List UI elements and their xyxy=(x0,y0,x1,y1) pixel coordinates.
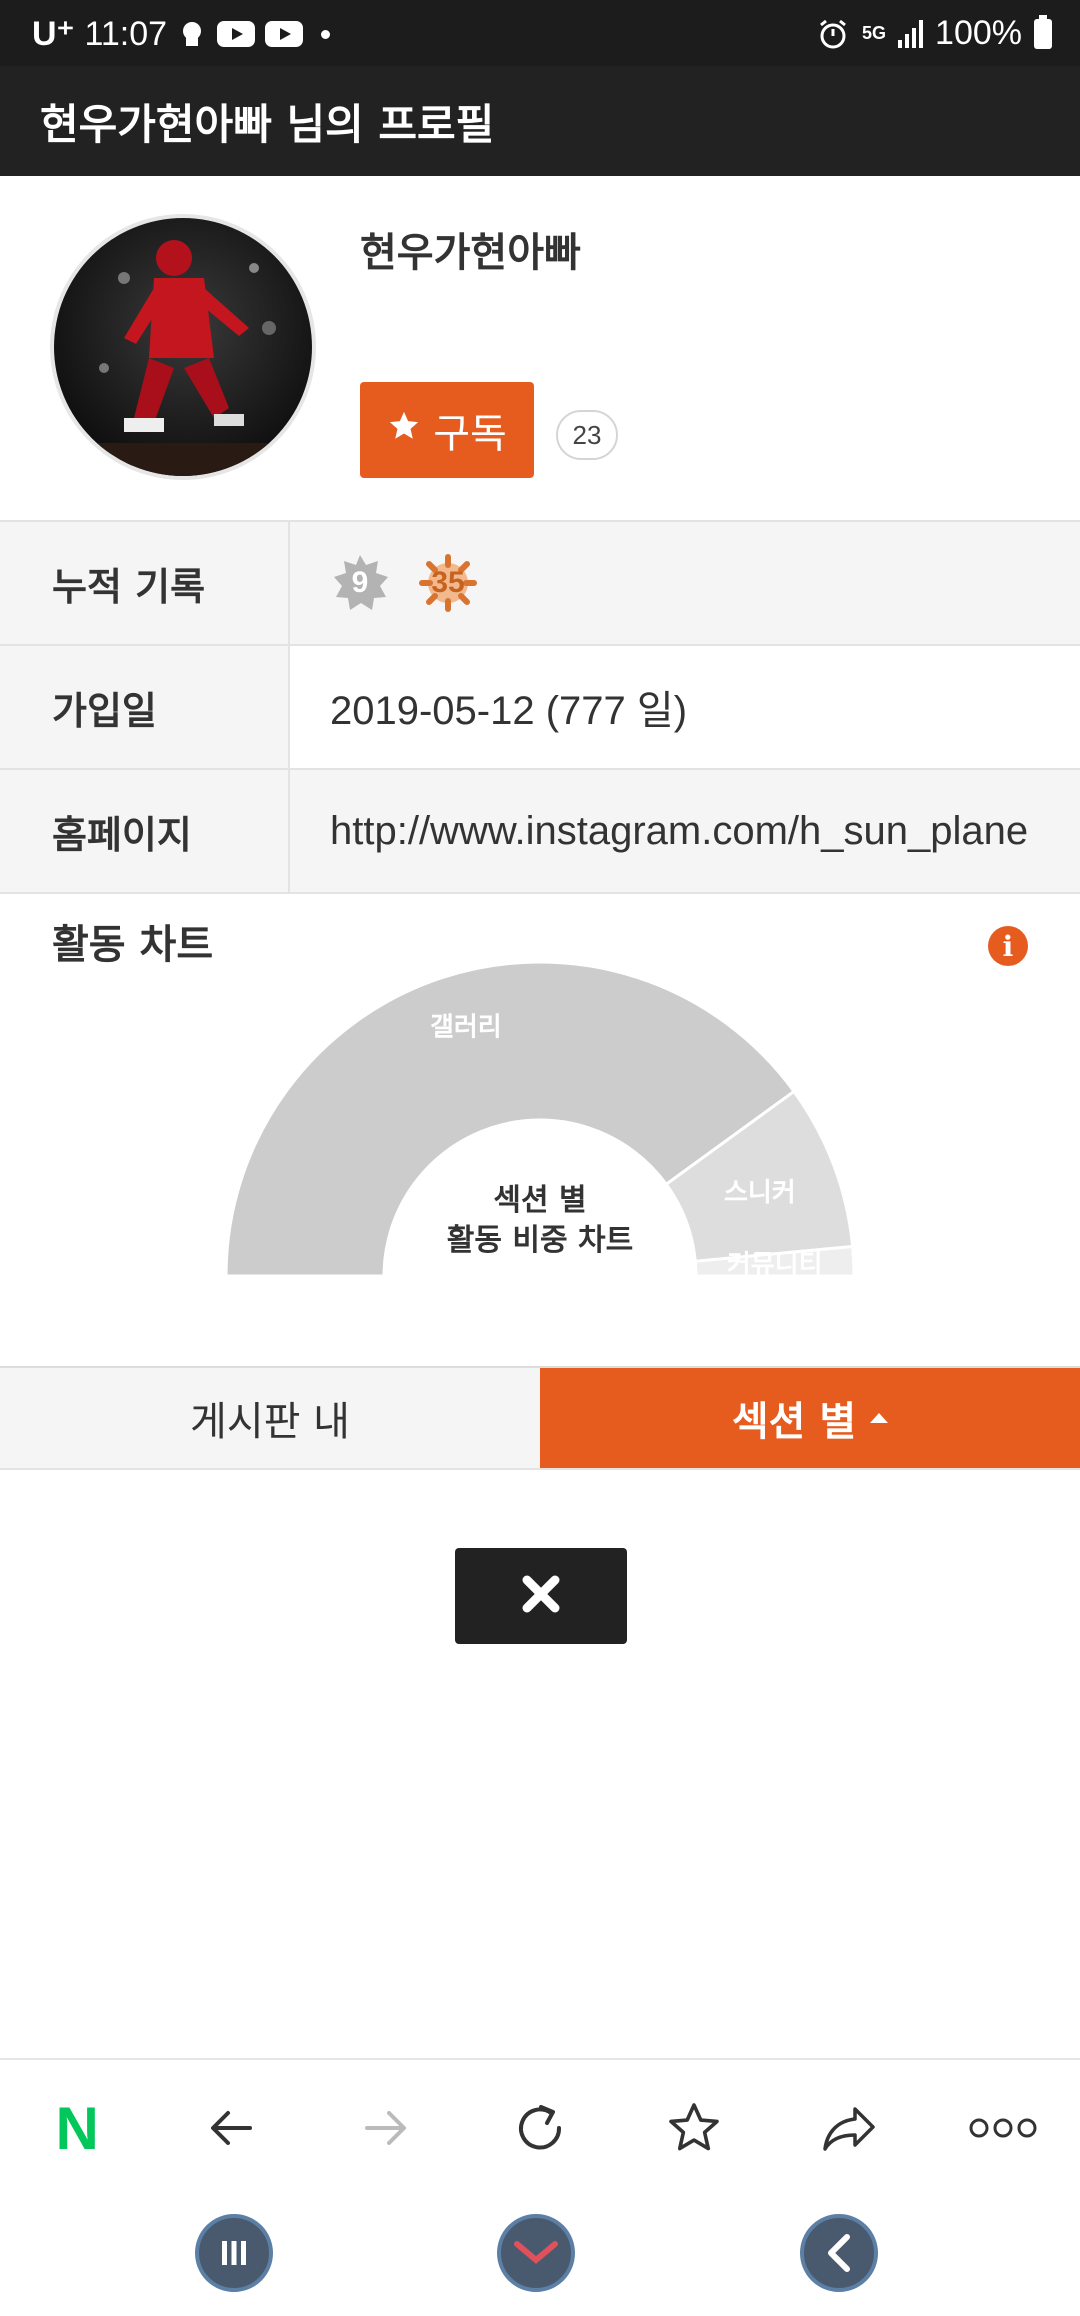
share-icon xyxy=(822,2107,875,2151)
join-date-value: 2019-05-12 (777 일) xyxy=(290,646,1080,768)
caret-up-icon xyxy=(870,1413,889,1423)
recent-apps-icon xyxy=(222,2241,246,2265)
info-label: 누적 기록 xyxy=(0,522,290,644)
forward-arrow-icon xyxy=(364,2111,406,2145)
more-button[interactable] xyxy=(953,2078,1053,2178)
info-label: 홈페이지 xyxy=(0,770,290,892)
activity-donut-chart: 갤러리스니커커뮤니티 섹션 별 활동 비중 차트 xyxy=(224,960,856,1280)
alarm-icon xyxy=(816,17,850,51)
avatar[interactable] xyxy=(50,214,316,480)
tab-board-label: 게시판 내 xyxy=(190,1399,350,1445)
back-button[interactable] xyxy=(181,2078,281,2178)
record-badges: 9 35 xyxy=(290,522,1080,644)
info-row-records: 누적 기록 9 35 xyxy=(0,520,1080,644)
browser-toolbar: N xyxy=(0,2058,1080,2196)
recent-apps-button[interactable] xyxy=(195,2214,273,2292)
close-icon xyxy=(519,1572,563,1620)
page-title: 현우가현아빠 님의 프로필 xyxy=(40,99,495,149)
refresh-icon xyxy=(519,2105,561,2150)
home-icon xyxy=(514,2241,558,2264)
battery-percent: 100% xyxy=(935,14,1022,52)
signal-icon xyxy=(898,19,924,48)
refresh-button[interactable] xyxy=(490,2078,590,2178)
chart-slice-label-1: 갤러리 xyxy=(430,1013,502,1043)
homepage-link[interactable]: http://www.instagram.com/h_sun_plane xyxy=(290,770,1080,892)
more-notifications-dot-icon xyxy=(321,29,331,39)
clock: 11:07 xyxy=(84,14,168,53)
chart-slice-label-2: 스니커 xyxy=(724,1178,796,1208)
back-arrow-icon xyxy=(211,2111,253,2145)
activity-chart-section: 활동 차트 i 갤러리 스니커 커뮤니티 섹션 별 활동 비중 차트 xyxy=(0,890,1080,1366)
chart-center-line-1: 섹션 별 xyxy=(493,1183,586,1218)
chart-tabs: 게시판 내 섹션 별 xyxy=(0,1366,1080,1470)
tab-section[interactable]: 섹션 별 xyxy=(540,1368,1080,1468)
notification-app-icon xyxy=(177,19,207,49)
star-icon xyxy=(669,2103,720,2151)
status-bar: U⁺ 11:07 5G 100% xyxy=(0,0,1080,66)
activity-badge-icon: 35 xyxy=(418,553,478,613)
system-nav-bar xyxy=(0,2194,1080,2316)
activity-badge-value: 35 xyxy=(431,566,465,599)
chevron-left-icon xyxy=(828,2234,850,2272)
back-nav-button[interactable] xyxy=(800,2214,878,2292)
nickname: 현우가현아빠 xyxy=(360,230,581,276)
star-icon xyxy=(387,407,421,453)
more-icon xyxy=(969,2118,1037,2138)
info-row-homepage: 홈페이지 http://www.instagram.com/h_sun_plan… xyxy=(0,768,1080,894)
profile-info-table: 누적 기록 9 35 가입일 2019-05-12 (777 일) 홈페이지 h… xyxy=(0,520,1080,894)
battery-icon xyxy=(1034,14,1052,49)
network-type-label: 5G xyxy=(862,23,887,43)
info-row-join-date: 가입일 2019-05-12 (777 일) xyxy=(0,644,1080,768)
tab-board[interactable]: 게시판 내 xyxy=(0,1368,540,1468)
title-bar: 현우가현아빠 님의 프로필 xyxy=(0,66,1080,176)
level-badge-icon: 9 xyxy=(330,553,390,613)
share-button[interactable] xyxy=(799,2078,899,2178)
info-label: 가입일 xyxy=(0,646,290,768)
subscribe-button[interactable]: 구독 xyxy=(360,382,534,478)
subscriber-count-badge: 23 xyxy=(556,410,618,460)
tab-section-label: 섹션 별 xyxy=(731,1399,857,1445)
level-badge-value: 9 xyxy=(351,566,369,599)
close-button[interactable] xyxy=(455,1548,627,1644)
youtube-icon xyxy=(265,21,304,47)
profile-header: 현우가현아빠 구독 23 xyxy=(0,176,1080,520)
bookmark-button[interactable] xyxy=(644,2078,744,2178)
carrier-label: U⁺ xyxy=(32,15,75,53)
subscribe-label: 구독 xyxy=(433,411,507,457)
chart-slice-label-3: 커뮤니티 xyxy=(727,1250,823,1280)
naver-logo-icon: N xyxy=(55,2094,99,2162)
chart-center-line-2: 활동 비중 차트 xyxy=(447,1223,634,1258)
forward-button[interactable] xyxy=(336,2078,436,2178)
youtube-icon xyxy=(217,21,256,47)
home-button[interactable] xyxy=(497,2214,575,2292)
naver-home-button[interactable]: N xyxy=(27,2078,127,2178)
